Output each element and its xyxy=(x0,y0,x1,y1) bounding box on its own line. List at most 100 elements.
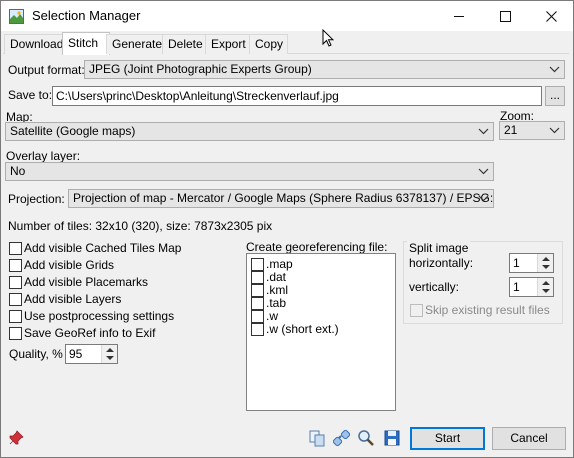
tab-stitch[interactable]: Stitch xyxy=(62,32,110,55)
split-vertical-label: vertically: xyxy=(409,280,460,294)
quality-value: 95 xyxy=(69,347,83,361)
tab-label: Delete xyxy=(168,37,203,51)
checkbox[interactable] xyxy=(9,259,22,272)
cancel-button[interactable]: Cancel xyxy=(492,427,566,450)
pin-icon[interactable] xyxy=(8,430,24,446)
cancel-button-label: Cancel xyxy=(510,431,548,445)
spin-up-icon[interactable] xyxy=(106,348,114,352)
option-label: Use postprocessing settings xyxy=(24,309,175,323)
tab-label: Stitch xyxy=(68,36,99,50)
projection-value: Projection of map - Mercator / Google Ma… xyxy=(73,191,494,205)
option-label: Add visible Cached Tiles Map xyxy=(24,241,182,255)
start-button-label: Start xyxy=(434,431,461,445)
projection-label: Projection: xyxy=(8,192,65,206)
zoom-select[interactable]: 21 xyxy=(499,121,565,140)
option-label: Save GeoRef info to Exif xyxy=(24,326,156,340)
checkbox[interactable] xyxy=(9,327,22,340)
option-label: Add visible Layers xyxy=(24,292,122,306)
chevron-down-icon xyxy=(478,128,489,135)
spinner-buttons[interactable] xyxy=(537,278,553,296)
chevron-down-icon xyxy=(478,195,489,202)
mouse-cursor-icon xyxy=(322,29,334,47)
maximize-button[interactable] xyxy=(482,2,528,31)
split-horizontal-label: horizontally: xyxy=(409,256,474,270)
checkbox[interactable] xyxy=(9,276,22,289)
checkbox[interactable] xyxy=(251,271,264,284)
tab-download[interactable]: Download xyxy=(4,34,69,54)
overlay-layer-label: Overlay layer: xyxy=(6,149,81,163)
chevron-down-icon xyxy=(549,127,560,134)
output-format-select[interactable]: JPEG (Joint Photographic Experts Group) xyxy=(84,60,565,79)
split-vertical-value: 1 xyxy=(513,280,520,294)
split-horizontal-spinner[interactable]: 1 xyxy=(509,253,554,273)
quality-label: Quality, % xyxy=(9,347,63,361)
floppy-disk-icon[interactable] xyxy=(383,429,401,447)
split-image-title: Split image xyxy=(407,241,471,255)
checkbox[interactable] xyxy=(9,242,22,255)
window-title: Selection Manager xyxy=(32,8,141,23)
checkbox[interactable] xyxy=(9,310,22,323)
output-format-value: JPEG (Joint Photographic Experts Group) xyxy=(89,62,312,76)
chevron-down-icon xyxy=(478,168,489,175)
overlay-layer-select[interactable]: No xyxy=(5,162,494,181)
tab-generate[interactable]: Generate xyxy=(106,34,167,54)
georef-item-label: .tab xyxy=(266,296,287,310)
split-horizontal-value: 1 xyxy=(513,256,520,270)
link-icon[interactable] xyxy=(333,429,351,447)
spin-up-icon[interactable] xyxy=(542,257,550,261)
tiles-info: Number of tiles: 32x10 (320), size: 7873… xyxy=(8,219,273,233)
checkbox[interactable] xyxy=(251,323,264,336)
option-label: Add visible Placemarks xyxy=(24,275,149,289)
georef-item-label: .dat xyxy=(266,270,287,284)
browse-button-label: ... xyxy=(549,88,560,102)
output-format-label: Output format: xyxy=(8,63,85,77)
tab-label: Download xyxy=(10,37,64,51)
spin-down-icon[interactable] xyxy=(106,356,114,360)
copy-icon[interactable] xyxy=(308,429,326,447)
tab-label: Export xyxy=(211,37,246,51)
projection-select[interactable]: Projection of map - Mercator / Google Ma… xyxy=(68,189,494,208)
close-icon xyxy=(545,11,557,22)
quality-spinner[interactable]: 95 xyxy=(65,344,118,364)
map-value: Satellite (Google maps) xyxy=(10,124,136,138)
option-label: Add visible Grids xyxy=(24,258,115,272)
save-to-label: Save to: xyxy=(8,88,53,102)
georef-item-label: .w xyxy=(266,309,278,323)
checkbox[interactable] xyxy=(251,310,264,323)
tab-copy[interactable]: Copy xyxy=(249,34,288,54)
title-bar[interactable]: Selection Manager xyxy=(1,1,573,31)
save-path-input[interactable]: C:\Users\princ\Desktop\Anleitung\Strecke… xyxy=(52,86,542,106)
overlay-layer-value: No xyxy=(10,164,26,178)
chevron-down-icon xyxy=(549,66,560,73)
georef-item-label: .w (short ext.) xyxy=(266,322,339,336)
spinner-buttons[interactable] xyxy=(101,345,117,363)
spin-up-icon[interactable] xyxy=(542,281,550,285)
georef-item-label: .kml xyxy=(266,283,288,297)
close-button[interactable] xyxy=(528,2,574,31)
minimize-button[interactable] xyxy=(436,2,482,31)
tab-label: Generate xyxy=(112,37,163,51)
map-select[interactable]: Satellite (Google maps) xyxy=(5,122,494,141)
spin-down-icon[interactable] xyxy=(542,265,550,269)
checkbox[interactable] xyxy=(251,297,264,310)
browse-button[interactable]: ... xyxy=(545,86,565,106)
georef-label: Create georeferencing file: xyxy=(246,240,388,254)
app-icon xyxy=(9,9,24,24)
save-path-value: C:\Users\princ\Desktop\Anleitung\Strecke… xyxy=(56,89,339,103)
georef-listbox[interactable]: .map .dat .kml .tab .w .w (short ext.) xyxy=(246,253,396,411)
tab-delete[interactable]: Delete xyxy=(162,34,210,54)
start-button[interactable]: Start xyxy=(410,427,485,450)
checkbox[interactable] xyxy=(251,284,264,297)
checkbox-disabled xyxy=(410,304,423,317)
spin-down-icon[interactable] xyxy=(542,289,550,293)
magnifier-icon[interactable] xyxy=(357,429,375,447)
minimize-icon xyxy=(453,16,464,17)
skip-existing-label: Skip existing result files xyxy=(425,303,550,317)
spinner-buttons[interactable] xyxy=(537,254,553,272)
checkbox[interactable] xyxy=(251,258,264,271)
split-vertical-spinner[interactable]: 1 xyxy=(509,277,554,297)
tab-label: Copy xyxy=(255,37,284,51)
tab-export[interactable]: Export xyxy=(205,34,253,54)
maximize-icon xyxy=(499,11,511,22)
checkbox[interactable] xyxy=(9,293,22,306)
